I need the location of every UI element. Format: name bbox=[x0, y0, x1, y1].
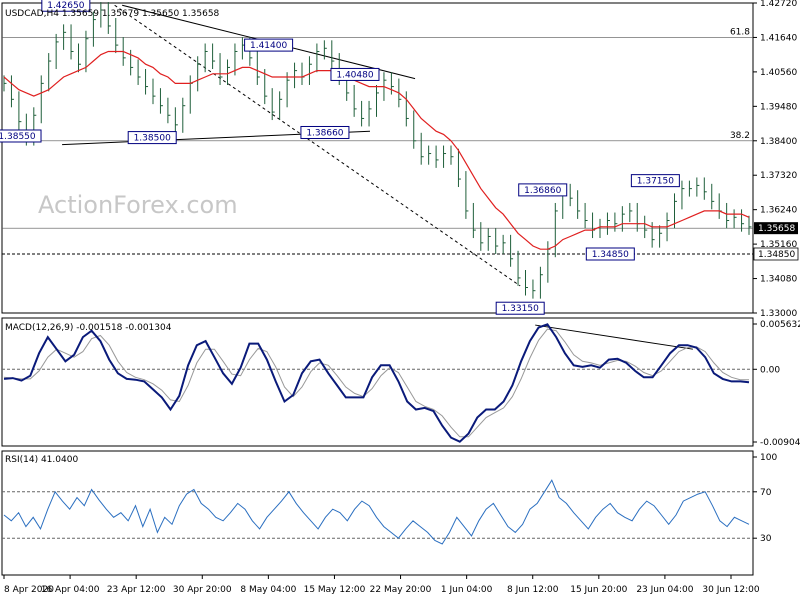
annotation-box: 1.34850 bbox=[585, 247, 635, 261]
annotation-box-text: 1.33150 bbox=[502, 304, 539, 314]
price-tick-label: 1.36240 bbox=[760, 206, 797, 216]
x-tick-label: 30 Apr 20:00 bbox=[173, 585, 232, 595]
price-tick-label: 1.33000 bbox=[760, 309, 797, 319]
horizontal-levels: 61.8 38.2 bbox=[2, 27, 753, 255]
trendlines bbox=[62, 4, 693, 350]
grid-lines bbox=[2, 368, 753, 539]
x-tick-label: 23 Apr 12:00 bbox=[107, 585, 166, 595]
price-tick-label: 1.37320 bbox=[760, 171, 797, 181]
x-tick-label: 1 Jun 04:00 bbox=[441, 585, 493, 595]
price-annotations: 1.426501.414001.404801.38550 1.385001.386… bbox=[0, 0, 680, 315]
annotation-box-text: 1.40480 bbox=[336, 70, 373, 80]
price-tick-label: 1.41640 bbox=[760, 33, 797, 43]
rsi-tick-label: 30 bbox=[760, 534, 772, 544]
panel-frame-macd bbox=[1, 317, 754, 447]
symbol-header: USDCAD,H4 1.35659 1.35679 1.35650 1.3565… bbox=[5, 9, 220, 19]
annotation-box-text: 1.41400 bbox=[250, 41, 287, 51]
annotation-box: 1.38660 bbox=[300, 125, 350, 139]
x-tick-label: 15 Jun 20:00 bbox=[570, 585, 627, 595]
rsi-line bbox=[3, 479, 750, 545]
annotation-box: 1.36860 bbox=[518, 183, 568, 197]
x-tick-label: 8 May 04:00 bbox=[240, 585, 296, 595]
macd-tick-label: -0.009041 bbox=[760, 438, 800, 448]
macd-signal-line bbox=[3, 328, 749, 438]
x-tick-label: 23 Jun 04:00 bbox=[636, 585, 693, 595]
macd-tick-label: 0.00 bbox=[760, 365, 780, 375]
x-tick-label: 15 May 12:00 bbox=[304, 585, 366, 595]
x-tick-label: 16 Apr 04:00 bbox=[41, 585, 100, 595]
annotation-box-text: 1.37150 bbox=[637, 177, 674, 187]
annotation-box: 1.38550 bbox=[0, 129, 42, 143]
annotation-box: 1.37150 bbox=[630, 174, 680, 188]
annotation-box-text: 1.34850 bbox=[592, 250, 629, 260]
panel-frames bbox=[1, 2, 754, 576]
price-tick-label: 1.38400 bbox=[760, 137, 797, 147]
fib-label: 61.8 bbox=[730, 27, 750, 37]
fib-label: 38.2 bbox=[730, 131, 750, 141]
price-tick-label: 1.42720 bbox=[760, 0, 797, 9]
panel-frame-price bbox=[1, 2, 754, 314]
series-layer bbox=[3, 2, 752, 545]
watermark: ActionForex.com bbox=[38, 191, 238, 219]
annotation-box: 1.38500 bbox=[127, 131, 177, 145]
rsi-tick-label: 70 bbox=[760, 488, 772, 498]
rsi-tick-label: 100 bbox=[760, 453, 777, 463]
annotation-box-text: 1.38500 bbox=[134, 134, 171, 144]
rsi-header: RSI(14) 41.0400 bbox=[5, 455, 78, 465]
annotation-box: 1.33150 bbox=[495, 301, 545, 315]
price-tick-label: 1.39480 bbox=[760, 102, 797, 112]
macd-trendline bbox=[535, 324, 693, 350]
annotation-box-text: 1.36860 bbox=[524, 186, 561, 196]
price-tick-label: 1.34080 bbox=[760, 275, 797, 285]
annotation-box: 1.41400 bbox=[244, 38, 294, 52]
support-price-tag: 1.34850 bbox=[753, 247, 799, 261]
trendline-dashed bbox=[114, 4, 521, 287]
x-tick-label: 22 May 20:00 bbox=[370, 585, 432, 595]
price-tick-label: 1.40560 bbox=[760, 68, 797, 78]
annotation-box: 1.40480 bbox=[330, 67, 380, 81]
current-price-tag-text: 1.35658 bbox=[758, 224, 795, 234]
panel-frame-rsi bbox=[1, 450, 754, 576]
support-price-tag-text: 1.34850 bbox=[758, 250, 795, 260]
annotation-box-text: 1.38660 bbox=[306, 128, 343, 138]
annotation-box-text: 1.38550 bbox=[0, 132, 36, 142]
x-tick-label: 30 Jun 12:00 bbox=[702, 585, 759, 595]
macd-tick-label: 0.005632 bbox=[760, 320, 800, 330]
usdcad-h4-chart: ActionForex.com 61.838.2 1.426501.414001… bbox=[0, 0, 800, 595]
current-price-tag: 1.35658 bbox=[754, 222, 798, 235]
x-tick-label: 8 Jun 12:00 bbox=[507, 585, 559, 595]
macd-header: MACD(12,26,9) -0.001518 -0.001304 bbox=[5, 323, 172, 333]
